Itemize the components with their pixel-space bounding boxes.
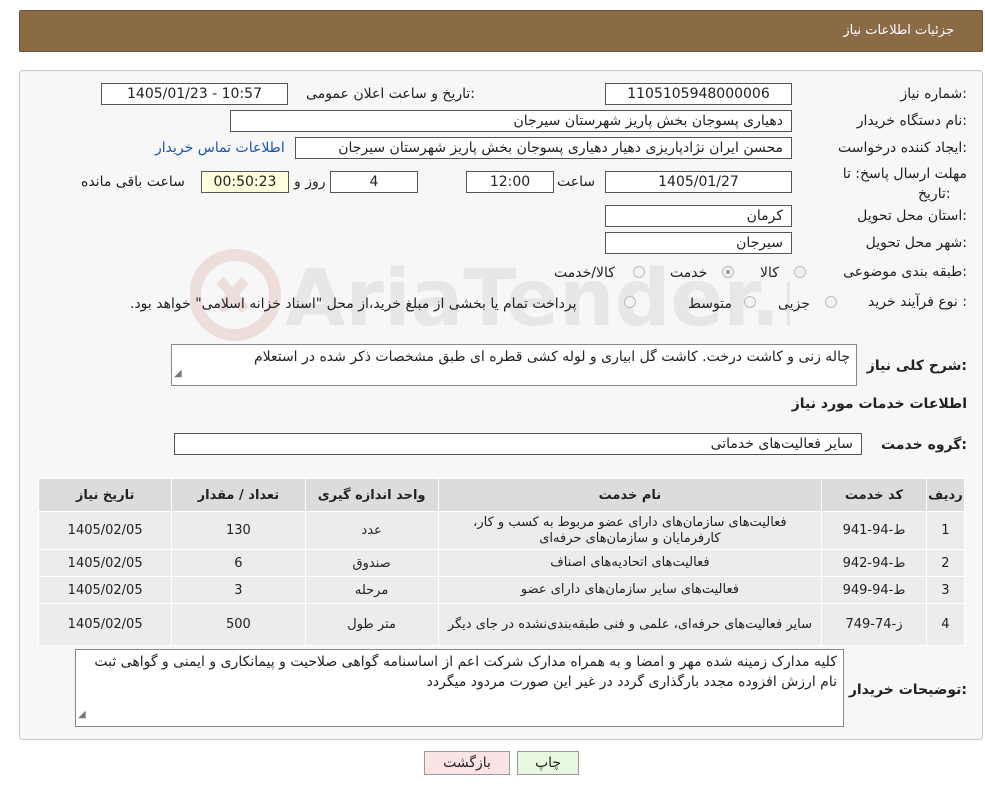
service-group-label: گروه خدمت: <box>881 437 967 453</box>
delivery-province-field[interactable]: کرمان <box>605 205 792 227</box>
cell-code: ز-74-749 <box>821 603 927 646</box>
need-number-label: شماره نیاز: <box>900 86 967 102</box>
services-table: ردیف کد خدمت نام خدمت واحد اندازه گیری ت… <box>37 478 966 646</box>
process-option-minor: جزیی <box>778 296 810 312</box>
treasury-note: پرداخت تمام یا بخشی از مبلغ خرید،از محل … <box>130 296 577 312</box>
cell-date: 1405/02/05 <box>37 603 173 646</box>
cell-qty: 3 <box>171 576 306 604</box>
buyer-contact-link[interactable]: اطلاعات تماس خریدار <box>155 140 285 156</box>
cell-code: ط-94-949 <box>821 576 927 604</box>
announce-datetime-label: تاریخ و ساعت اعلان عمومی: <box>306 86 475 102</box>
delivery-province-label: استان محل تحویل: <box>857 208 967 224</box>
deadline-time-label: ساعت <box>557 174 596 190</box>
category-option-goods-service: کالا/خدمت <box>554 265 615 281</box>
summary-label: شرح کلی نیاز: <box>866 358 967 374</box>
cell-unit: صندوق <box>304 549 439 577</box>
buyer-org-label: نام دستگاه خریدار: <box>856 113 967 129</box>
table-header-row: ردیف کد خدمت نام خدمت واحد اندازه گیری ت… <box>37 478 966 512</box>
services-section-title: اطلاعات خدمات مورد نیاز <box>791 396 967 412</box>
col-unit: واحد اندازه گیری <box>304 478 439 512</box>
cell-row: 3 <box>925 576 966 604</box>
category-radio-goods-service[interactable] <box>633 266 645 278</box>
cell-unit: متر طول <box>304 603 439 646</box>
page-title: جزئیات اطلاعات نیاز <box>843 23 954 38</box>
page-header: جزئیات اطلاعات نیاز <box>19 10 983 52</box>
cell-unit: مرحله <box>304 576 439 604</box>
need-number-field[interactable]: 1105105948000006 <box>605 83 792 105</box>
buyer-notes-label: توضیحات خریدار: <box>848 682 967 698</box>
table-row: 1 ط-94-941 فعالیت‌های سازمان‌های دارای ع… <box>37 511 966 550</box>
treasury-checkbox[interactable] <box>624 296 636 308</box>
cell-name: فعالیت‌های سازمان‌های دارای عضو مربوط به… <box>437 511 823 550</box>
table-row: 3 ط-94-949 فعالیت‌های سایر سازمان‌های دا… <box>37 576 966 604</box>
category-option-goods: کالا <box>760 265 779 281</box>
cell-name: فعالیت‌های سایر سازمان‌های دارای عضو <box>437 576 823 604</box>
cell-date: 1405/02/05 <box>37 511 173 550</box>
deadline-label-line1: مهلت ارسال پاسخ: تا <box>842 166 967 182</box>
summary-text: چاله زنی و کاشت درخت. کاشت گل ابیاری و ل… <box>253 349 850 365</box>
delivery-city-field[interactable]: سیرجان <box>605 232 792 254</box>
cell-date: 1405/02/05 <box>37 576 173 604</box>
announce-datetime-field[interactable]: 1405/01/23 - 10:57 <box>101 83 288 105</box>
process-radio-medium[interactable] <box>744 296 756 308</box>
deadline-label-line2: تاریخ: <box>918 186 951 202</box>
cell-unit: عدد <box>304 511 439 550</box>
purchase-process-label: نوع فرآیند خرید : <box>868 294 967 310</box>
col-code: کد خدمت <box>821 478 927 512</box>
process-radio-minor[interactable] <box>825 296 837 308</box>
buyer-notes-textarea[interactable]: کلیه مدارک زمینه شده مهر و امضا و به همر… <box>75 649 844 727</box>
table-row: 4 ز-74-749 سایر فعالیت‌های حرفه‌ای، علمی… <box>37 603 966 646</box>
cell-row: 1 <box>925 511 966 550</box>
service-group-field[interactable]: سایر فعالیت‌های خدماتی <box>174 433 862 455</box>
resize-grip-icon[interactable]: ◢ <box>78 705 86 725</box>
cell-qty: 6 <box>171 549 306 577</box>
deadline-time-field[interactable]: 12:00 <box>466 171 554 193</box>
remaining-time-label: ساعت باقی مانده <box>81 174 185 190</box>
cell-name: فعالیت‌های اتحادیه‌های اصناف <box>437 549 823 577</box>
table-row: 2 ط-94-942 فعالیت‌های اتحادیه‌های اصناف … <box>37 549 966 577</box>
back-button[interactable]: بازگشت <box>424 751 510 775</box>
buyer-org-field[interactable]: دهیاری پسوجان بخش پاریز شهرستان سیرجان <box>230 110 792 132</box>
cell-name: سایر فعالیت‌های حرفه‌ای، علمی و فنی طبقه… <box>437 603 823 646</box>
col-name: نام خدمت <box>437 478 823 512</box>
summary-textarea[interactable]: چاله زنی و کاشت درخت. کاشت گل ابیاری و ل… <box>171 344 857 386</box>
process-option-medium: متوسط <box>688 296 732 312</box>
col-qty: تعداد / مقدار <box>171 478 306 512</box>
print-button[interactable]: چاپ <box>517 751 579 775</box>
category-radio-goods[interactable] <box>794 266 806 278</box>
col-row: ردیف <box>925 478 966 512</box>
cell-date: 1405/02/05 <box>37 549 173 577</box>
deadline-date-field[interactable]: 1405/01/27 <box>605 171 792 193</box>
category-radio-service[interactable] <box>722 266 734 278</box>
cell-qty: 500 <box>171 603 306 646</box>
cell-qty: 130 <box>171 511 306 550</box>
requester-field[interactable]: محسن ایران نژادپاریزی دهیار دهیاری پسوجا… <box>295 137 792 159</box>
category-label: طبقه بندی موضوعی: <box>843 264 967 280</box>
cell-row: 4 <box>925 603 966 646</box>
category-option-service: خدمت <box>670 265 708 281</box>
buyer-notes-text: کلیه مدارک زمینه شده مهر و امضا و به همر… <box>94 654 837 690</box>
cell-row: 2 <box>925 549 966 577</box>
cell-code: ط-94-942 <box>821 549 927 577</box>
remaining-days-field[interactable]: 4 <box>330 171 418 193</box>
requester-label: ایجاد کننده درخواست: <box>838 140 967 156</box>
resize-grip-icon[interactable]: ◢ <box>174 364 182 384</box>
col-date: تاریخ نیاز <box>37 478 173 512</box>
remaining-time-field: 00:50:23 <box>201 171 289 193</box>
cell-code: ط-94-941 <box>821 511 927 550</box>
remaining-days-label: روز و <box>294 174 326 190</box>
delivery-city-label: شهر محل تحویل: <box>865 235 967 251</box>
